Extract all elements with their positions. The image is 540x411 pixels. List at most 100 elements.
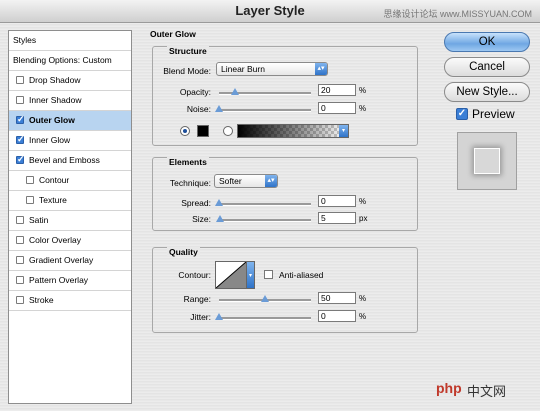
styles-header-label: Styles <box>13 35 37 45</box>
style-checkbox[interactable] <box>16 296 24 304</box>
quality-title: Quality <box>167 247 200 257</box>
noise-input[interactable]: 0 <box>318 102 356 114</box>
size-label: Size: <box>192 214 211 224</box>
range-label: Range: <box>183 294 211 304</box>
styles-list: Styles Blending Options: Custom Drop Sha… <box>8 30 132 404</box>
style-item[interactable]: Color Overlay <box>9 231 131 251</box>
size-input[interactable]: 5 <box>318 212 356 224</box>
technique-label: Technique: <box>169 178 211 188</box>
glow-color-swatch[interactable] <box>197 125 209 137</box>
anti-aliased-label: Anti-aliased <box>279 270 324 280</box>
elements-group: Elements Technique: Softer ▴▾ Spread: 0 … <box>152 157 418 231</box>
style-checkbox[interactable] <box>16 114 25 125</box>
elements-title: Elements <box>167 157 209 167</box>
contour-dropdown-icon[interactable]: ▾ <box>246 261 255 289</box>
style-checkbox[interactable] <box>16 216 24 224</box>
spread-label: Spread: <box>181 198 211 208</box>
panel-title: Outer Glow <box>150 29 196 39</box>
style-item-label: Drop Shadow <box>29 75 81 85</box>
style-checkbox[interactable] <box>16 96 24 104</box>
jitter-slider-knob[interactable] <box>215 313 223 320</box>
watermark-text: 思缘设计论坛 www.MISSYUAN.COM <box>383 9 532 19</box>
title-bar: Layer Style 思缘设计论坛 www.MISSYUAN.COM <box>0 0 540 23</box>
preview-label: Preview <box>472 107 515 121</box>
style-item[interactable]: Stroke <box>9 291 131 311</box>
style-item[interactable]: Drop Shadow <box>9 71 131 91</box>
noise-slider-knob[interactable] <box>215 105 223 112</box>
php-logo: php <box>436 380 462 396</box>
range-input[interactable]: 50 <box>318 292 356 304</box>
style-item-label: Outer Glow <box>29 115 75 125</box>
size-slider-knob[interactable] <box>216 215 224 222</box>
size-unit: px <box>359 214 368 223</box>
style-checkbox[interactable] <box>16 76 24 84</box>
style-item[interactable]: Gradient Overlay <box>9 251 131 271</box>
quality-group: Quality Contour: ▾ Anti-aliased Range: 5… <box>152 247 418 333</box>
size-slider[interactable] <box>216 215 311 222</box>
style-item[interactable]: Texture <box>9 191 131 211</box>
blend-mode-label: Blend Mode: <box>163 66 211 76</box>
style-item[interactable]: Inner Shadow <box>9 91 131 111</box>
ok-button[interactable]: OK <box>444 32 530 52</box>
gradient-radio[interactable] <box>223 126 233 136</box>
blending-options-label: Blending Options: Custom <box>13 55 112 65</box>
opacity-unit: % <box>359 86 367 95</box>
style-checkbox[interactable] <box>16 256 24 264</box>
range-slider[interactable] <box>219 295 311 302</box>
spread-slider[interactable] <box>215 199 311 206</box>
blend-mode-select[interactable]: Linear Burn ▴▾ <box>216 62 328 76</box>
style-checkbox[interactable] <box>26 196 34 204</box>
jitter-label: Jitter: <box>190 312 211 322</box>
structure-group: Structure Blend Mode: Linear Burn ▴▾ Opa… <box>152 46 418 146</box>
blending-options-item[interactable]: Blending Options: Custom <box>9 51 131 71</box>
gradient-picker[interactable]: ▾ <box>237 124 349 138</box>
blend-mode-value: Linear Burn <box>221 64 265 74</box>
jitter-input[interactable]: 0 <box>318 310 356 322</box>
spread-unit: % <box>359 197 367 206</box>
jitter-slider[interactable] <box>215 313 311 320</box>
style-item[interactable]: Outer Glow <box>9 111 131 131</box>
opacity-input[interactable]: 20 <box>318 84 356 96</box>
style-checkbox[interactable] <box>16 154 25 165</box>
preview-thumbnail <box>457 132 517 190</box>
new-style-button[interactable]: New Style... <box>444 82 530 102</box>
opacity-slider[interactable] <box>219 88 311 95</box>
spread-slider-knob[interactable] <box>215 199 223 206</box>
style-checkbox[interactable] <box>16 134 25 145</box>
style-item-label: Contour <box>39 175 70 185</box>
noise-label: Noise: <box>186 104 211 114</box>
cancel-button[interactable]: Cancel <box>444 57 530 77</box>
anti-aliased-checkbox[interactable] <box>264 270 273 279</box>
style-item-label: Satin <box>29 215 49 225</box>
opacity-slider-knob[interactable] <box>231 88 239 95</box>
technique-value: Softer <box>219 176 242 186</box>
style-item[interactable]: Bevel and Emboss <box>9 151 131 171</box>
watermark-cn: 中文网 <box>467 384 507 399</box>
contour-curve-icon <box>216 262 246 288</box>
preview-checkbox[interactable]: ✓ <box>456 108 468 120</box>
structure-title: Structure <box>167 46 209 56</box>
gradient-dropdown-icon: ▾ <box>339 125 348 137</box>
style-item-label: Pattern Overlay <box>29 275 89 285</box>
spread-input[interactable]: 0 <box>318 195 356 207</box>
style-item[interactable]: Inner Glow <box>9 131 131 151</box>
noise-slider[interactable] <box>215 105 311 112</box>
style-item[interactable]: Contour <box>9 171 131 191</box>
style-item[interactable]: Pattern Overlay <box>9 271 131 291</box>
solid-color-radio[interactable] <box>180 126 190 136</box>
contour-picker[interactable] <box>215 261 247 289</box>
style-item-label: Inner Shadow <box>29 95 82 105</box>
range-slider-knob[interactable] <box>261 295 269 302</box>
style-item[interactable]: Satin <box>9 211 131 231</box>
technique-select[interactable]: Softer ▴▾ <box>214 174 278 188</box>
style-checkbox[interactable] <box>16 276 24 284</box>
contour-label: Contour: <box>178 270 211 280</box>
style-checkbox[interactable] <box>26 176 34 184</box>
style-item-label: Inner Glow <box>29 135 71 145</box>
style-checkbox[interactable] <box>16 236 24 244</box>
style-item-label: Bevel and Emboss <box>29 155 100 165</box>
range-unit: % <box>359 294 367 303</box>
opacity-label: Opacity: <box>179 87 211 97</box>
popup-arrows-icon: ▴▾ <box>315 63 327 75</box>
styles-header[interactable]: Styles <box>9 31 131 51</box>
